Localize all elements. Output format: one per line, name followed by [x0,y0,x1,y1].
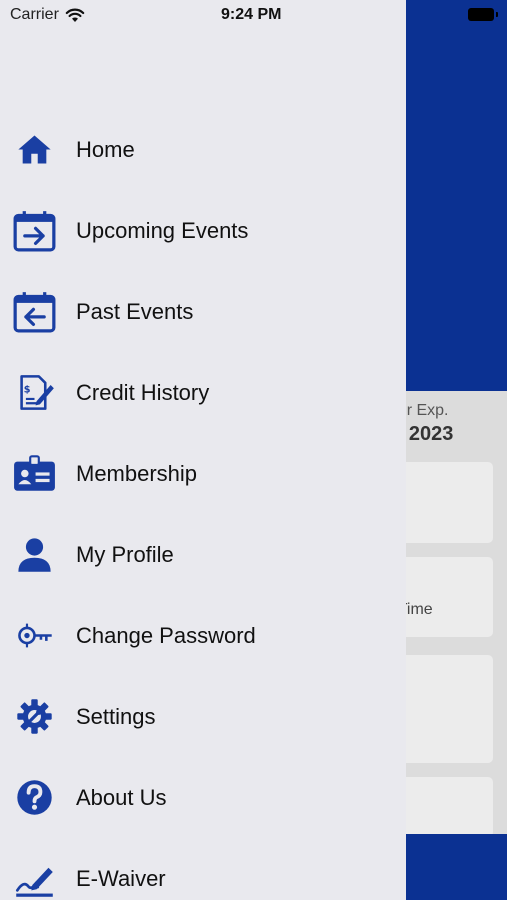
menu-item-home[interactable]: Home [0,109,406,190]
menu-item-change-password[interactable]: Change Password [0,595,406,676]
menu-item-my-profile[interactable]: My Profile [0,514,406,595]
menu-item-label: Settings [76,703,156,729]
question-icon [13,776,56,819]
wifi-icon [65,8,85,22]
side-drawer: Carrier 9:24 PM Home Upcoming Events Pas… [0,0,406,900]
menu-item-label: Home [76,136,135,162]
menu-item-label: E-Waiver [76,865,166,891]
home-icon [13,128,56,171]
menu-item-e-waiver[interactable]: E-Waiver [0,838,406,900]
signature-icon [13,857,56,900]
menu-item-credit-history[interactable]: $ Credit History [0,352,406,433]
calendar-forward-icon [13,209,56,252]
menu-item-upcoming-events[interactable]: Upcoming Events [0,190,406,271]
battery-icon [468,8,498,21]
menu-item-past-events[interactable]: Past Events [0,271,406,352]
menu-item-label: My Profile [76,541,174,567]
key-icon [13,614,56,657]
menu-item-about-us[interactable]: About Us [0,757,406,838]
menu-item-label: Credit History [76,379,210,405]
document-pen-icon: $ [13,371,56,414]
status-time: 9:24 PM [221,6,282,23]
status-bar: Carrier 9:24 PM [0,0,406,30]
menu-item-label: Upcoming Events [76,217,249,243]
gear-icon [13,695,56,738]
menu-item-label: Past Events [76,298,194,324]
carrier-label: Carrier [10,6,59,23]
menu-item-label: Change Password [76,622,256,648]
svg-text:$: $ [24,385,31,396]
drawer-menu: Home Upcoming Events Past Events $ Credi… [0,109,406,900]
menu-item-membership[interactable]: Membership [0,433,406,514]
menu-item-settings[interactable]: Settings [0,676,406,757]
carrier-indicator: Carrier [10,6,85,24]
menu-item-label: About Us [76,784,167,810]
calendar-back-icon [13,290,56,333]
user-icon [13,533,56,576]
id-card-icon [13,452,56,495]
menu-item-label: Membership [76,460,198,486]
